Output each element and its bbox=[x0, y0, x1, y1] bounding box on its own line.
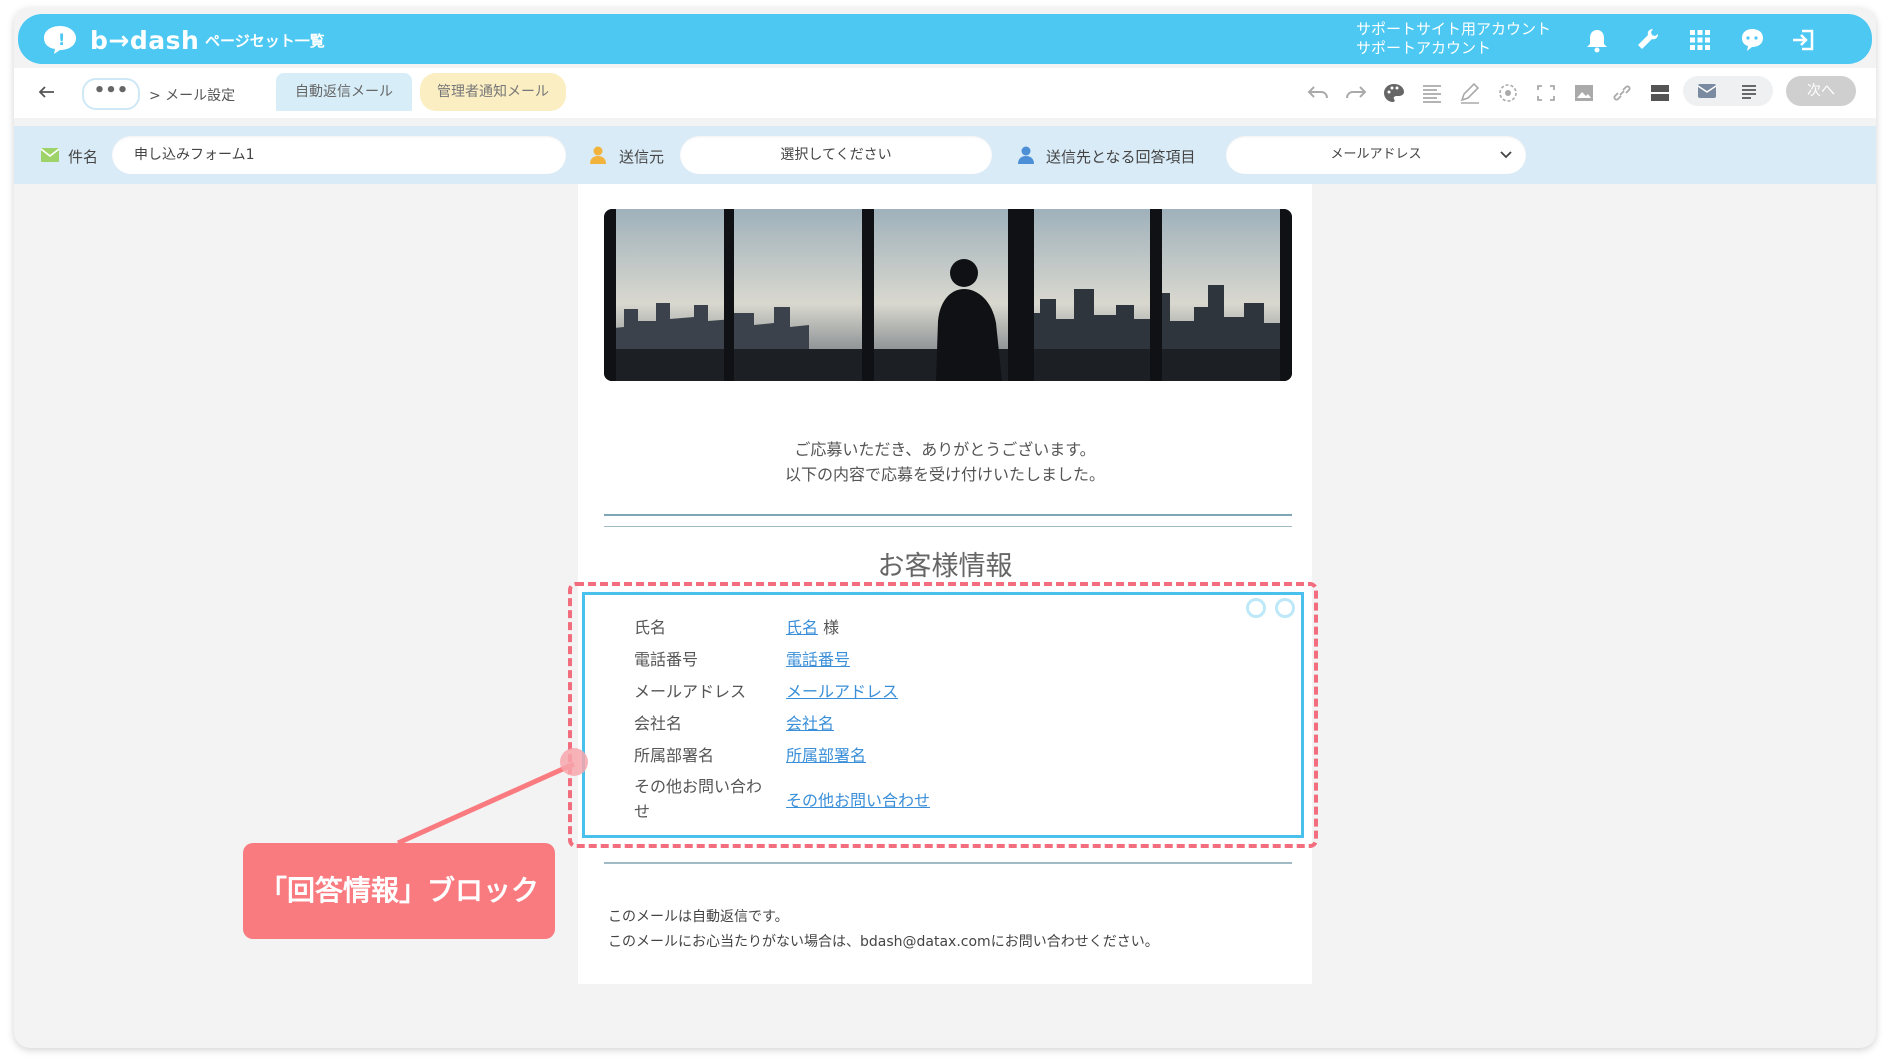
mail-settings-bar: 件名 申し込みフォーム1 送信元 選択してください 送信先となる回答項目 メール… bbox=[14, 126, 1876, 184]
back-arrow-icon[interactable] bbox=[36, 82, 58, 102]
image-icon[interactable] bbox=[1572, 82, 1596, 104]
recipient-person-icon bbox=[1018, 146, 1034, 164]
toolbar-row: ••• > メール設定 自動返信メール 管理者通知メール 次へ bbox=[14, 68, 1876, 118]
preview-mode-toggle[interactable] bbox=[1683, 76, 1773, 106]
recipient-select-value: メールアドレス bbox=[1330, 147, 1422, 162]
footer-line-2: このメールにお心当たりがない場合は、bdash@datax.comにお問い合わせ… bbox=[608, 934, 1159, 950]
field-label: 所属部署名 bbox=[634, 746, 715, 765]
fullscreen-icon[interactable] bbox=[1534, 82, 1558, 104]
bdash-logo[interactable]: ! b→dash bbox=[40, 24, 199, 56]
chevron-down-icon bbox=[1500, 151, 1512, 159]
customer-info-title: お客様情報 bbox=[877, 551, 1013, 582]
hero-image[interactable] bbox=[604, 209, 1292, 381]
field-label: 電話番号 bbox=[634, 650, 699, 669]
field-label: メールアドレス bbox=[634, 682, 747, 701]
annotation-callout: 「回答情報」ブロック bbox=[243, 843, 555, 939]
text-align-icon[interactable] bbox=[1420, 82, 1444, 104]
grid-apps-icon[interactable] bbox=[1686, 26, 1714, 54]
greeting-line-1: ご応募いただき、ありがとうございます。 bbox=[794, 440, 1096, 459]
tab-admin-notification-mail[interactable]: 管理者通知メール bbox=[420, 73, 566, 111]
field-link[interactable]: メールアドレス bbox=[786, 682, 898, 701]
bdash-logo-icon: ! bbox=[44, 26, 76, 54]
honorific: 様 bbox=[818, 618, 840, 637]
sender-select[interactable]: 選択してください bbox=[680, 136, 992, 174]
field-value: 氏名 様 bbox=[786, 614, 839, 638]
greeting-line-2: 以下の内容で応募を受け付けいたしました。 bbox=[784, 465, 1105, 484]
top-bar: ! b→dash ページセット一覧 サポートサイト用アカウント サポートアカウン… bbox=[18, 14, 1872, 64]
account-info[interactable]: サポートサイト用アカウント サポートアカウント bbox=[1356, 20, 1551, 58]
field-link[interactable]: 氏名 bbox=[786, 618, 818, 637]
mail-icon[interactable] bbox=[1697, 82, 1717, 100]
block-handle-icon[interactable] bbox=[1246, 598, 1266, 618]
logout-icon[interactable] bbox=[1790, 26, 1818, 54]
field-link[interactable]: 会社名 bbox=[786, 714, 834, 733]
field-label: 会社名 bbox=[634, 714, 683, 733]
field-value: 電話番号 bbox=[786, 646, 850, 670]
field-link[interactable]: 電話番号 bbox=[786, 650, 850, 669]
recipient-label: 送信先となる回答項目 bbox=[1046, 148, 1196, 166]
account-site-name: サポートサイト用アカウント bbox=[1356, 20, 1552, 38]
logo-text: b→dash bbox=[90, 26, 200, 55]
wrench-icon[interactable] bbox=[1634, 26, 1662, 54]
layout-rows-icon[interactable] bbox=[1648, 82, 1672, 104]
breadcrumb-mail-settings[interactable]: > メール設定 bbox=[149, 85, 235, 105]
field-value: メールアドレス bbox=[786, 678, 898, 702]
palette-icon[interactable] bbox=[1382, 82, 1406, 104]
sender-person-icon bbox=[590, 146, 606, 164]
footer-line-1: このメールは自動返信です。 bbox=[608, 909, 789, 925]
page-set-list-link[interactable]: ページセット一覧 bbox=[205, 30, 325, 51]
subject-label: 件名 bbox=[68, 148, 99, 166]
field-label: その他お問い合わせ bbox=[634, 777, 763, 821]
next-button[interactable]: 次へ bbox=[1786, 76, 1856, 106]
sender-label: 送信元 bbox=[619, 148, 665, 166]
bell-icon[interactable] bbox=[1583, 26, 1611, 54]
link-icon[interactable] bbox=[1610, 82, 1634, 104]
field-label: 氏名 bbox=[634, 618, 667, 637]
field-value: 会社名 bbox=[786, 710, 834, 734]
tab-auto-reply-mail[interactable]: 自動返信メール bbox=[276, 73, 412, 111]
field-value: その他お問い合わせ bbox=[786, 787, 930, 811]
account-user-name: サポートアカウント bbox=[1356, 39, 1492, 57]
city-window-image bbox=[604, 209, 1292, 381]
field-link[interactable]: 所属部署名 bbox=[786, 746, 866, 765]
field-value: 所属部署名 bbox=[786, 742, 866, 766]
email-preview-canvas: ご応募いただき、ありがとうございます。 以下の内容で応募を受け付けいたしました。… bbox=[568, 184, 1318, 984]
breadcrumb-more-button[interactable]: ••• bbox=[82, 78, 140, 110]
redo-icon[interactable] bbox=[1344, 82, 1368, 104]
field-link[interactable]: その他お問い合わせ bbox=[786, 791, 930, 810]
target-icon[interactable] bbox=[1496, 82, 1520, 104]
svg-text:!: ! bbox=[58, 30, 65, 49]
subject-input[interactable]: 申し込みフォーム1 bbox=[112, 136, 566, 174]
recipient-select[interactable]: メールアドレス bbox=[1226, 136, 1526, 174]
divider-thick bbox=[604, 514, 1292, 516]
undo-icon[interactable] bbox=[1306, 82, 1330, 104]
block-delete-icon[interactable] bbox=[1275, 598, 1295, 618]
support-chat-icon[interactable] bbox=[1738, 26, 1766, 54]
divider-footer bbox=[604, 862, 1292, 864]
divider-thin bbox=[604, 526, 1292, 527]
pen-icon[interactable] bbox=[1458, 82, 1482, 104]
text-lines-icon[interactable] bbox=[1739, 82, 1759, 100]
answer-info-block[interactable]: 氏名 氏名 様 電話番号 電話番号 メールアドレス メールアドレス 会社名 会社… bbox=[568, 582, 1318, 848]
envelope-icon bbox=[40, 148, 60, 162]
